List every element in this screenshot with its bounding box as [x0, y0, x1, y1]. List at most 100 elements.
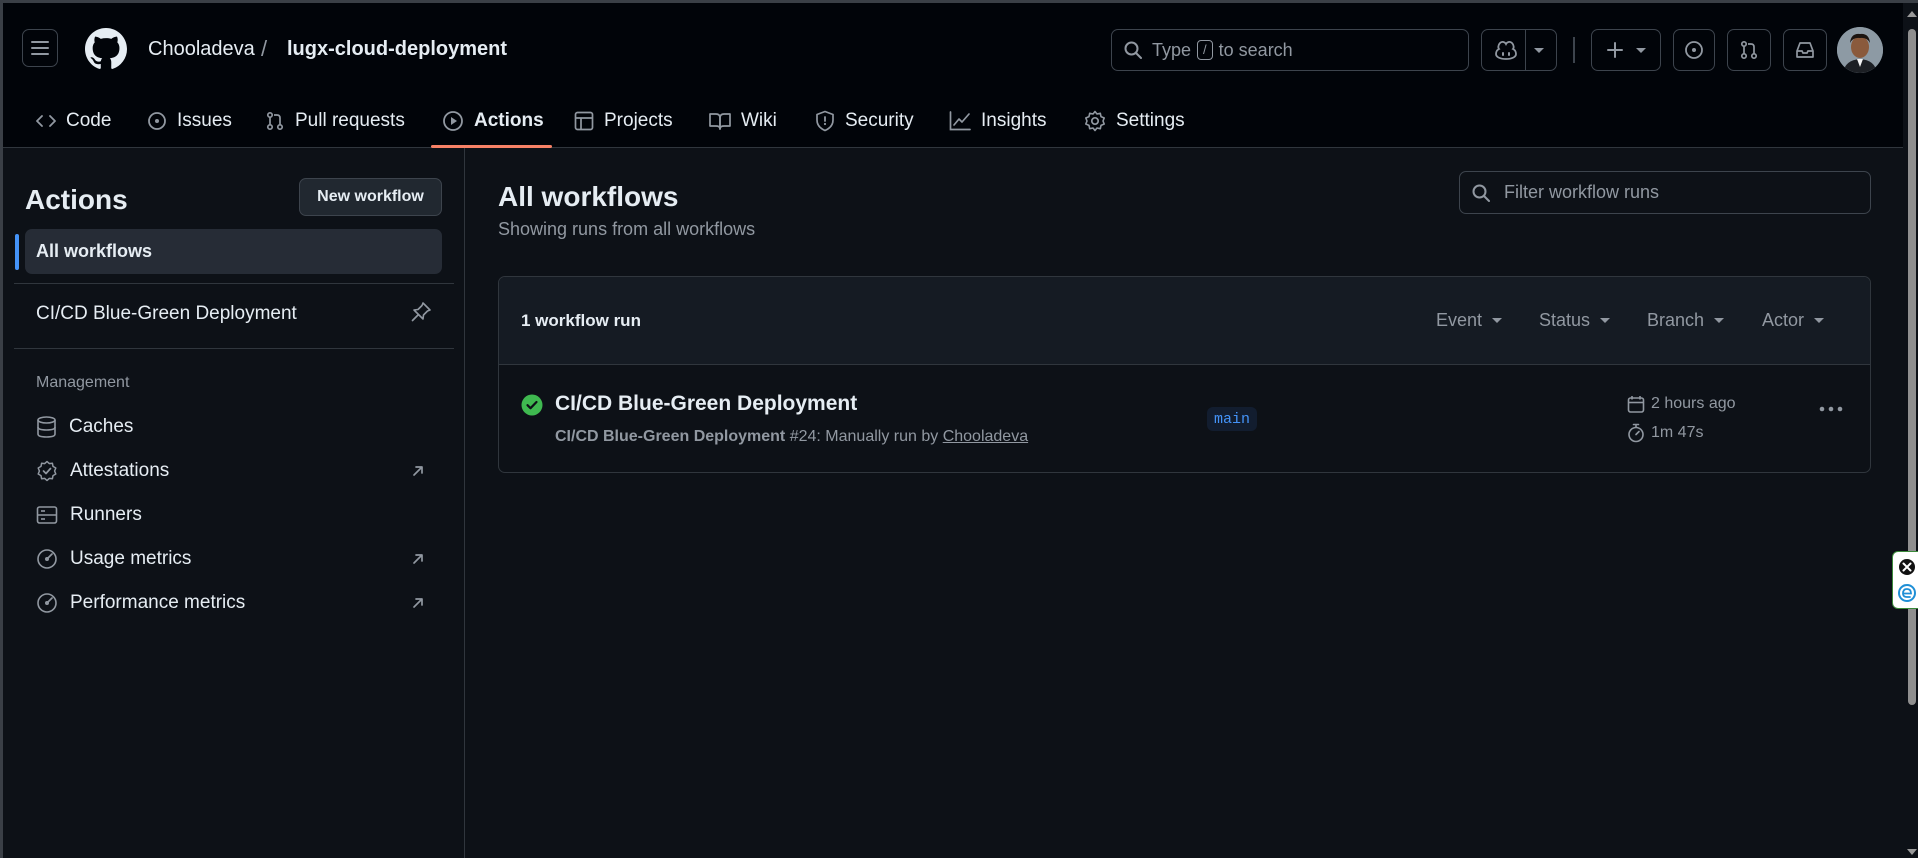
sidebar-item-runners[interactable]: Runners	[36, 500, 142, 530]
actor-filter-dropdown[interactable]: Actor	[1762, 310, 1825, 331]
sidebar-divider	[14, 283, 454, 284]
repo-nav-tabs: Code Issues Pull requests Actions Projec…	[3, 93, 1903, 148]
sidebar-item-usage-metrics[interactable]: Usage metrics	[36, 544, 191, 574]
search-icon	[1124, 41, 1142, 59]
inbox-button[interactable]	[1783, 29, 1827, 71]
browser-extension-widget[interactable]	[1892, 551, 1918, 609]
close-circle-icon[interactable]	[1897, 557, 1917, 577]
chevron-down-icon	[1492, 318, 1503, 323]
search-icon	[1472, 184, 1490, 202]
code-icon	[36, 114, 56, 127]
runs-list-header: 1 workflow run Event Status Branch Actor	[499, 277, 1870, 365]
tab-pull-requests[interactable]: Pull requests	[265, 93, 405, 148]
copilot-icon	[1494, 41, 1517, 60]
sidebar-item-caches[interactable]: Caches	[36, 412, 133, 442]
tab-actions[interactable]: Actions	[442, 93, 544, 148]
link-external-icon	[413, 466, 423, 476]
sidebar-item-label: Usage metrics	[70, 548, 192, 569]
sidebar-item-all-workflows[interactable]: All workflows	[25, 229, 442, 274]
inbox-icon	[1796, 42, 1814, 58]
runs-count: 1 workflow run	[521, 311, 641, 330]
tab-issues[interactable]: Issues	[147, 93, 232, 148]
chevron-down-icon	[1636, 47, 1646, 53]
filter-label: Event	[1436, 310, 1483, 330]
run-actor-link[interactable]: Chooladeva	[943, 428, 1028, 445]
your-issues-button[interactable]	[1673, 29, 1715, 71]
page: Chooladeva / lugx-cloud-deployment Type …	[0, 0, 1918, 858]
play-icon	[443, 110, 463, 131]
search-suffix: to search	[1218, 39, 1293, 60]
filter-workflow-runs-input[interactable]: Filter workflow runs	[1459, 171, 1871, 214]
link-external-icon	[413, 554, 423, 564]
page-title: All workflows	[498, 181, 679, 212]
user-avatar[interactable]	[1837, 27, 1883, 73]
run-title-link[interactable]: CI/CD Blue-Green Deployment	[555, 392, 857, 416]
git-pull-request-icon	[266, 111, 284, 130]
tab-label: Pull requests	[295, 109, 405, 131]
table-icon	[574, 111, 594, 130]
search-prefix: Type	[1152, 39, 1192, 60]
filter-label: Actor	[1762, 310, 1805, 330]
status-filter-dropdown[interactable]: Status	[1539, 310, 1611, 331]
chevron-down-icon	[1714, 318, 1725, 323]
scroll-up-arrow-icon[interactable]	[1907, 11, 1917, 17]
run-timestamp: 2 hours ago	[1627, 395, 1736, 413]
sidebar-title: Actions	[25, 184, 128, 215]
tab-code[interactable]: Code	[36, 93, 111, 148]
tab-wiki[interactable]: Wiki	[709, 93, 777, 148]
issue-opened-icon	[1685, 41, 1703, 59]
github-logo-icon[interactable]	[85, 28, 127, 70]
run-time-ago: 2 hours ago	[1651, 395, 1736, 412]
sidebar-item-label: Performance metrics	[70, 592, 246, 613]
breadcrumb-owner[interactable]: Chooladeva	[148, 38, 255, 61]
breadcrumb-repo[interactable]: lugx-cloud-deployment	[287, 38, 507, 61]
copilot-button[interactable]	[1481, 29, 1557, 71]
meter-icon	[37, 593, 57, 613]
filter-placeholder: Filter workflow runs	[1504, 182, 1660, 202]
plus-icon	[1607, 42, 1623, 58]
tab-label: Actions	[474, 109, 544, 131]
create-new-button[interactable]	[1591, 29, 1661, 71]
tab-label: Code	[66, 109, 112, 131]
tab-label: Projects	[604, 109, 673, 131]
git-pull-request-icon	[1740, 40, 1758, 60]
sidebar-item-workflow[interactable]: CI/CD Blue-Green Deployment	[36, 303, 297, 325]
run-duration-value: 1m 47s	[1651, 424, 1704, 441]
sidebar-item-label: Attestations	[70, 460, 170, 481]
pin-icon[interactable]	[410, 301, 432, 323]
calendar-icon	[1627, 396, 1645, 413]
book-icon	[709, 112, 731, 130]
search-shortcut-key: /	[1197, 40, 1213, 60]
meter-icon	[37, 549, 57, 569]
page-scrollbar[interactable]	[1903, 3, 1918, 858]
scroll-down-arrow-icon[interactable]	[1907, 849, 1917, 855]
workflow-runs-list: 1 workflow run Event Status Branch Actor	[498, 276, 1871, 473]
tab-projects[interactable]: Projects	[574, 93, 673, 148]
issue-opened-icon	[148, 111, 166, 130]
sidebar-item-performance-metrics[interactable]: Performance metrics	[36, 588, 245, 618]
hamburger-icon	[31, 41, 49, 55]
open-menu-button[interactable]	[22, 29, 58, 67]
tab-security[interactable]: Security	[815, 93, 914, 148]
new-workflow-button[interactable]: New workflow	[299, 178, 442, 216]
tab-settings[interactable]: Settings	[1084, 93, 1185, 148]
tab-label: Issues	[177, 109, 232, 131]
chevron-down-icon	[1600, 318, 1611, 323]
database-icon	[37, 416, 56, 438]
tab-label: Wiki	[741, 109, 777, 131]
header-divider	[1573, 37, 1575, 63]
chevron-down-icon	[1533, 47, 1544, 53]
branch-filter-dropdown[interactable]: Branch	[1647, 310, 1725, 331]
tab-insights[interactable]: Insights	[949, 93, 1046, 148]
branch-badge[interactable]: main	[1207, 407, 1258, 431]
sidebar-item-attestations[interactable]: Attestations	[36, 456, 169, 486]
global-search-input[interactable]: Type / to search	[1111, 29, 1469, 71]
extension-logo-icon[interactable]	[1897, 583, 1917, 603]
your-pull-requests-button[interactable]	[1727, 29, 1771, 71]
kebab-horizontal-icon[interactable]	[1819, 405, 1843, 413]
run-workflow-name: CI/CD Blue-Green Deployment	[555, 428, 786, 445]
tab-label: Insights	[981, 109, 1047, 131]
global-bar: Chooladeva / lugx-cloud-deployment Type …	[3, 3, 1903, 93]
event-filter-dropdown[interactable]: Event	[1436, 310, 1503, 331]
filter-label: Branch	[1647, 310, 1705, 330]
